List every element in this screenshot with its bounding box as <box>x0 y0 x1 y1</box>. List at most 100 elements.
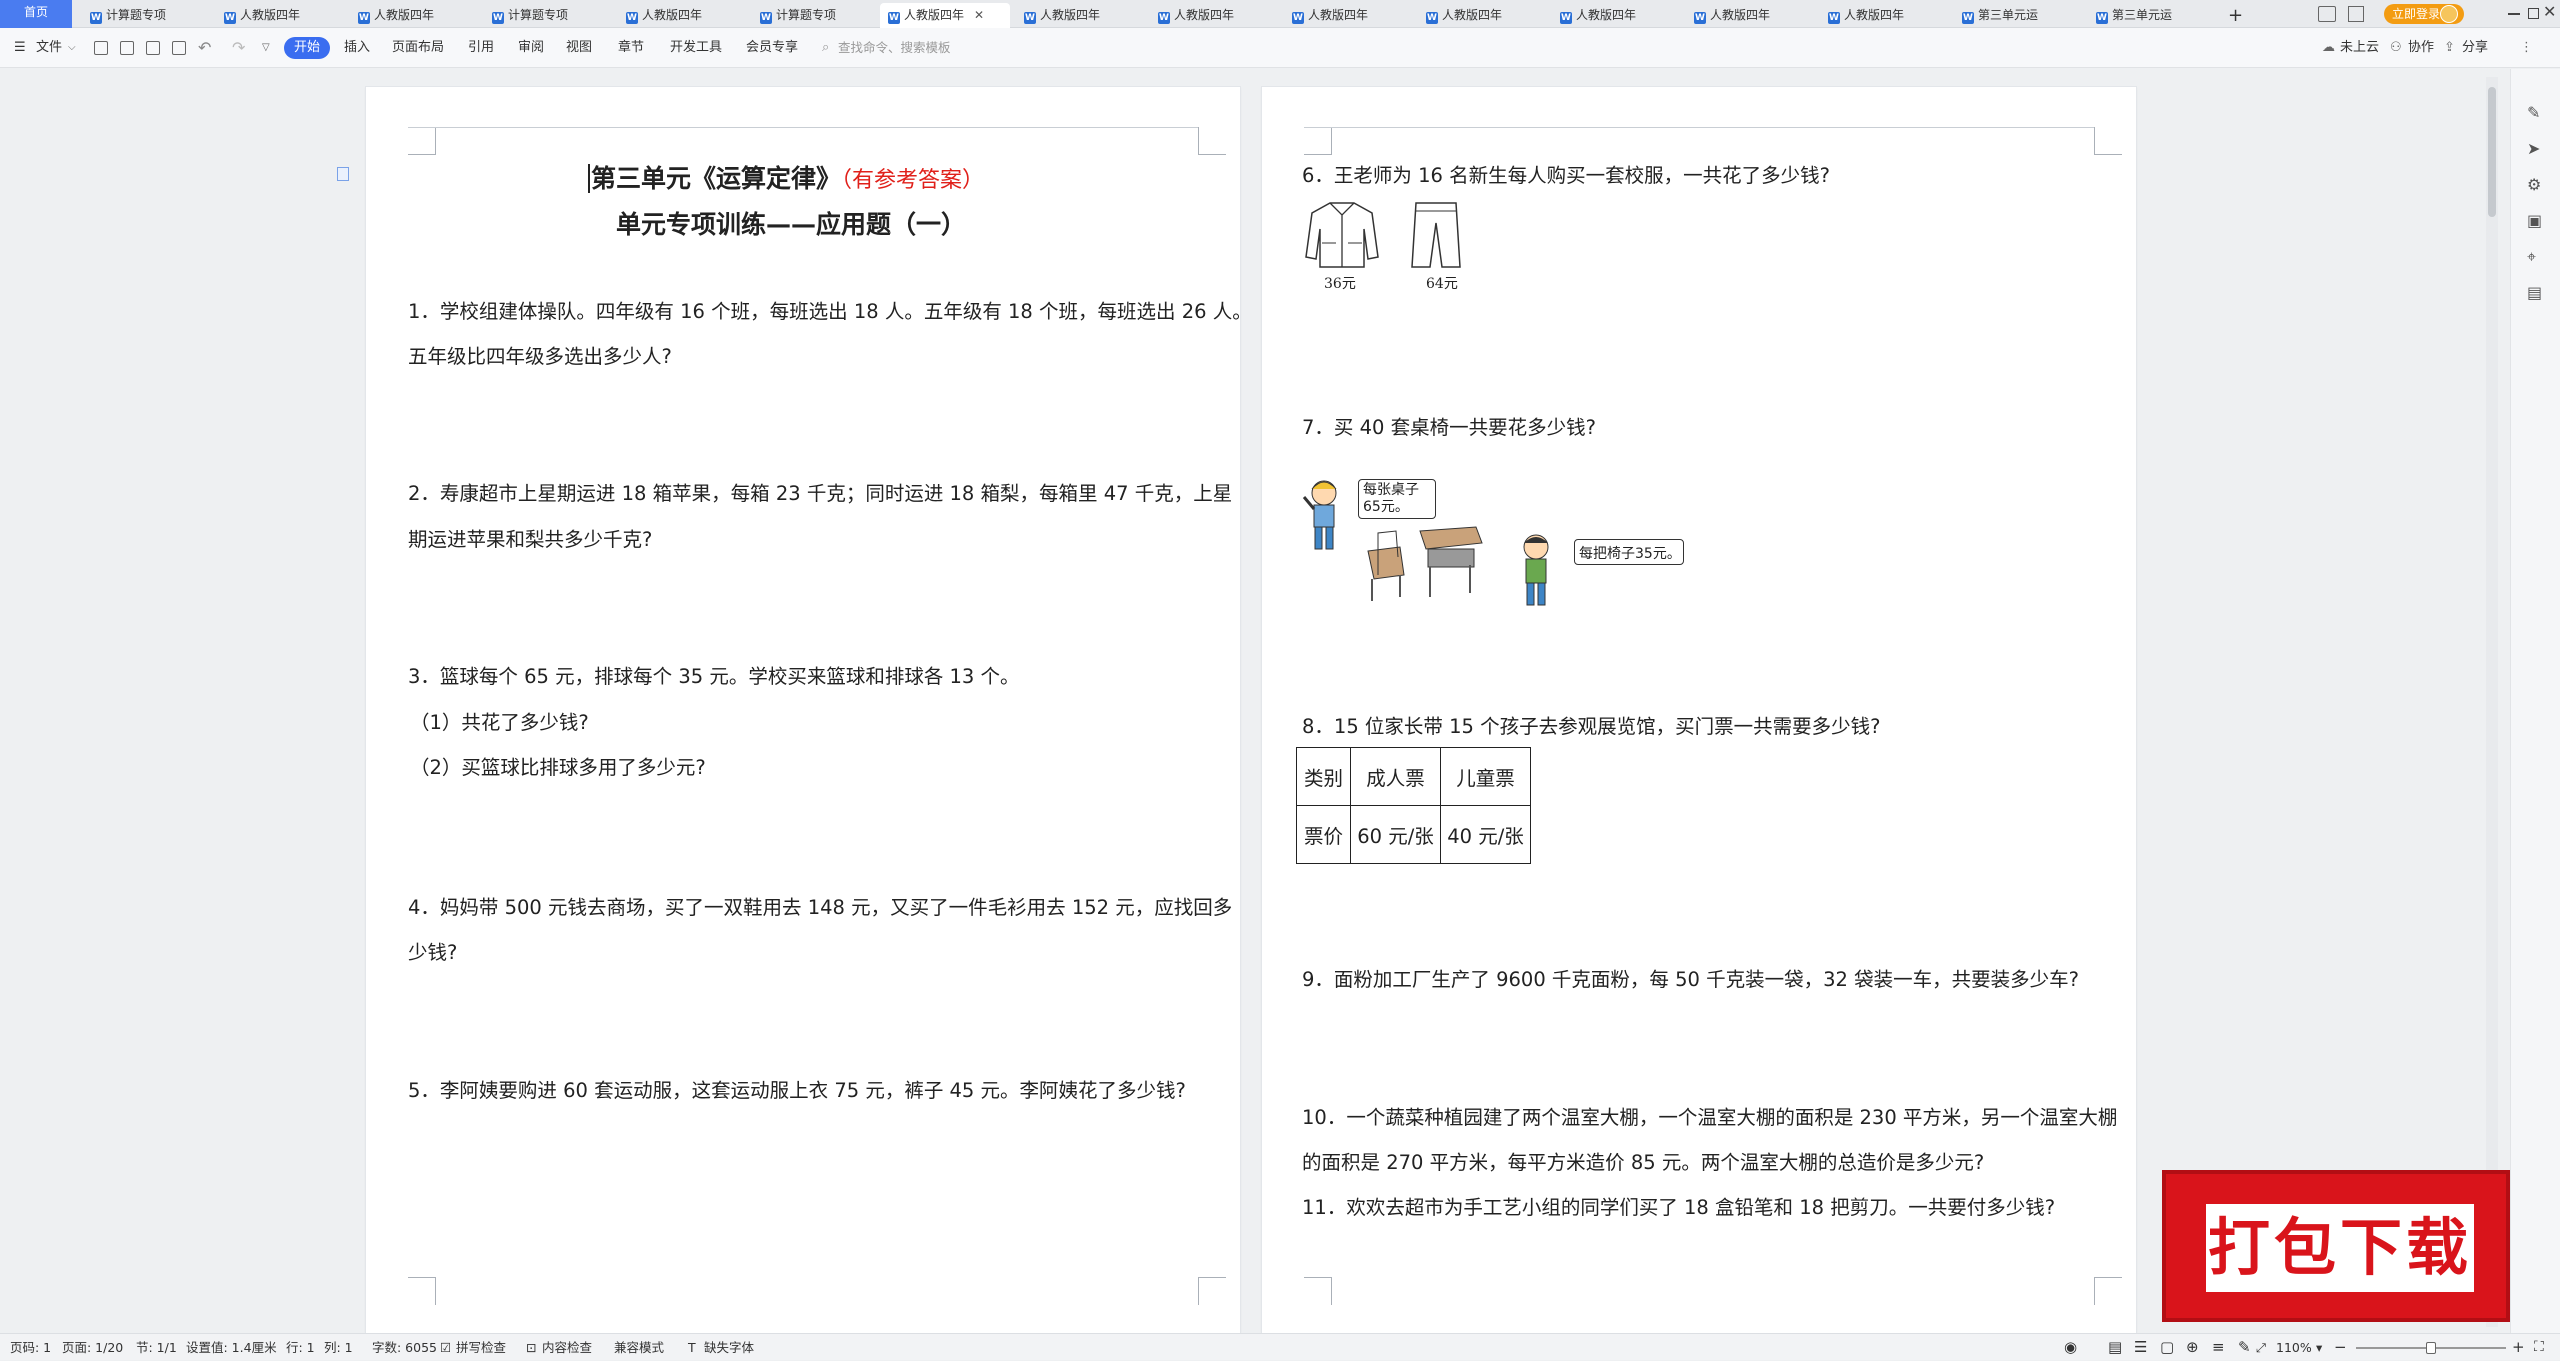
doc-icon: W <box>1024 12 1036 24</box>
zoom-in-icon[interactable]: + <box>2512 1334 2525 1361</box>
book-icon[interactable]: ▤ <box>2527 283 2542 302</box>
doc-icon: W <box>1828 12 1840 24</box>
status-setting: 设置值: 1.4厘米 <box>186 1340 277 1355</box>
zoom-out-icon[interactable]: − <box>2334 1334 2347 1361</box>
tile-view-icon[interactable] <box>2318 6 2336 22</box>
right-tool-rail: ✎ ➤ ⚙ ▣ ⌖ ▤ <box>2510 69 2560 1333</box>
doc-tab[interactable]: W 人教版四年 <box>1820 3 1946 28</box>
doc-tab-active[interactable]: W 人教版四年 ✕ <box>880 3 1010 28</box>
minimize-icon[interactable] <box>2508 13 2520 15</box>
ticket-price-table: 类别 成人票 儿童票 票价 60 元/张 40 元/张 <box>1296 747 1531 864</box>
tab-chapter[interactable]: 章节 <box>618 28 644 68</box>
tab-home[interactable]: 首页 <box>0 0 72 28</box>
export-icon[interactable] <box>120 28 134 68</box>
undo-icon[interactable]: ↶ <box>198 28 211 68</box>
settings-icon[interactable]: ⚙ <box>2527 175 2541 194</box>
image-icon[interactable]: ▣ <box>2527 211 2542 230</box>
doc-tab[interactable]: W 第三单元运 <box>2088 3 2214 28</box>
collab-button[interactable]: 协作 <box>2408 28 2434 68</box>
question-line: 期运进苹果和梨共多少千克? <box>408 528 653 551</box>
share-button[interactable]: 分享 <box>2462 28 2488 68</box>
doc-tab[interactable]: W 人教版四年 <box>216 3 342 28</box>
doc-tab[interactable]: W 人教版四年 <box>1552 3 1678 28</box>
list-view-icon[interactable]: ≡ <box>2212 1334 2225 1361</box>
doc-tab[interactable]: W 计算题专项 <box>752 3 878 28</box>
more-icon[interactable]: ⋮ <box>2520 28 2533 68</box>
grid-icon[interactable] <box>2348 6 2364 22</box>
question-line: 3．篮球每个 65 元，排球每个 35 元。学校买来篮球和排球各 13 个。 <box>408 665 1020 688</box>
question-6: 6．王老师为 16 名新生每人购买一套校服，一共花了多少钱? <box>1302 164 1830 187</box>
tab-insert[interactable]: 插入 <box>344 28 370 68</box>
doc-icon: W <box>224 12 236 24</box>
doc-tab[interactable]: W 计算题专项 <box>484 3 610 28</box>
file-menu[interactable]: 文件 <box>36 28 62 68</box>
status-bar: 页码: 1 页面: 1/20 节: 1/1 设置值: 1.4厘米 行: 1 列:… <box>0 1333 2560 1360</box>
command-search[interactable]: 查找命令、搜索模板 <box>838 28 951 68</box>
doc-icon: W <box>760 12 772 24</box>
doc-tab[interactable]: W 人教版四年 <box>1686 3 1812 28</box>
download-banner[interactable]: 打包下载 <box>2162 1170 2510 1322</box>
redo-icon[interactable]: ↷ <box>232 28 245 68</box>
save-icon[interactable] <box>94 28 108 68</box>
cloud-status[interactable]: 未上云 <box>2340 28 2379 68</box>
menu-icon[interactable]: ☰ <box>14 28 26 68</box>
tab-references[interactable]: 引用 <box>468 28 494 68</box>
vertical-scrollbar[interactable] <box>2486 77 2498 1327</box>
tab-developer[interactable]: 开发工具 <box>670 28 722 68</box>
table-cell: 成人票 <box>1350 747 1441 806</box>
status-words[interactable]: 字数: 6055 <box>372 1334 437 1361</box>
content-check-button[interactable]: 内容检查 <box>542 1334 592 1361</box>
missing-font-button[interactable]: 缺失字体 <box>704 1334 754 1361</box>
doc-tab[interactable]: W 人教版四年 <box>350 3 476 28</box>
answer-note: （有参考答案） <box>841 168 985 193</box>
maximize-icon[interactable] <box>2528 8 2539 19</box>
location-icon[interactable]: ⌖ <box>2527 247 2536 267</box>
question-line: 五年级比四年级多选出多少人? <box>408 345 672 368</box>
doc-icon: W <box>492 12 504 24</box>
doc-tab[interactable]: W 第三单元运 <box>1954 3 2080 28</box>
doc-tab[interactable]: W 人教版四年 <box>1016 3 1142 28</box>
tab-review[interactable]: 审阅 <box>518 28 544 68</box>
doc-tab[interactable]: W 人教版四年 <box>1418 3 1544 28</box>
fullscreen-icon[interactable]: ⛶ <box>2534 1334 2544 1361</box>
chevron-down-icon[interactable]: ▾ <box>2316 1334 2322 1361</box>
read-view-icon[interactable]: ▢ <box>2160 1334 2174 1361</box>
spellcheck-button[interactable]: 拼写检查 <box>456 1334 506 1361</box>
tab-start[interactable]: 开始 <box>284 37 331 59</box>
avatar[interactable] <box>2440 5 2458 23</box>
new-tab-button[interactable]: + <box>2220 3 2250 28</box>
select-icon[interactable]: ➤ <box>2527 139 2540 158</box>
tab-view[interactable]: 视图 <box>566 28 592 68</box>
page-right: 6．王老师为 16 名新生每人购买一套校服，一共花了多少钱? 36元 64元 7… <box>1262 87 2136 1333</box>
status-section: 节: 1/1 <box>136 1340 177 1355</box>
edit-icon[interactable]: ✎ <box>2527 103 2540 122</box>
print-icon[interactable] <box>146 28 160 68</box>
fit-icon[interactable]: ⤢ <box>2256 1334 2266 1361</box>
web-view-icon[interactable]: ⊕ <box>2186 1334 2199 1361</box>
outline-view-icon[interactable]: ☰ <box>2134 1334 2147 1361</box>
page-view-icon[interactable]: ▤ <box>2108 1334 2122 1361</box>
status-pages[interactable]: 页面: 1/20 <box>62 1334 123 1361</box>
doc-tab[interactable]: W 计算题专项 <box>82 3 208 28</box>
doc-tab[interactable]: W 人教版四年 <box>618 3 744 28</box>
eye-protect-icon[interactable]: ◉ <box>2064 1334 2077 1361</box>
zoom-slider-thumb[interactable] <box>2426 1342 2436 1354</box>
preview-icon[interactable] <box>172 28 186 68</box>
table-cell: 40 元/张 <box>1440 805 1531 864</box>
tab-page-layout[interactable]: 页面布局 <box>392 28 444 68</box>
close-tab-icon[interactable]: ✕ <box>974 8 984 22</box>
jacket-image <box>1305 202 1379 268</box>
doc-tab[interactable]: W 人教版四年 <box>1284 3 1410 28</box>
question-line: （2）买篮球比排球多用了多少元? <box>410 756 706 779</box>
pen-icon[interactable]: ✎ <box>2238 1334 2251 1361</box>
chevron-down-icon[interactable]: ⌵ <box>68 28 76 68</box>
more-quick-icon[interactable]: ▽ <box>262 28 270 68</box>
doc-icon: W <box>1426 12 1438 24</box>
collab-icon: ⚇ <box>2390 40 2402 55</box>
outline-marker-icon[interactable] <box>337 167 349 181</box>
zoom-level[interactable]: 110% <box>2276 1334 2312 1361</box>
doc-tab[interactable]: W 人教版四年 <box>1150 3 1276 28</box>
scrollbar-thumb[interactable] <box>2488 87 2496 217</box>
close-window-icon[interactable]: ✕ <box>2543 2 2556 21</box>
tab-member[interactable]: 会员专享 <box>746 28 798 68</box>
